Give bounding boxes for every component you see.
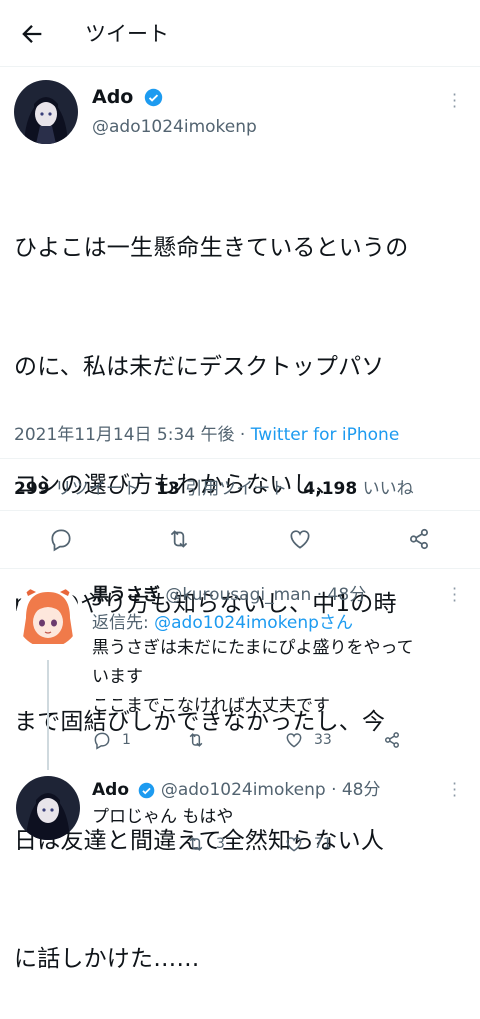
thread-connector xyxy=(47,660,49,770)
reply-time[interactable]: · 48分 xyxy=(317,585,366,605)
more-options-icon[interactable]: · · · xyxy=(452,581,457,609)
replying-to-link[interactable]: @ado1024imokenpさん xyxy=(154,613,353,633)
divider xyxy=(0,510,480,511)
page-title: ツイート xyxy=(85,22,169,46)
like-icon xyxy=(286,837,302,852)
retweet-count: 3 xyxy=(216,836,225,852)
avatar[interactable] xyxy=(14,80,78,144)
like-count: 71 xyxy=(314,836,332,852)
tweet-stats: 299 リツイート 13 引用ツイート 4,198 いいね xyxy=(14,474,414,499)
retweet-icon[interactable] xyxy=(166,526,192,552)
timestamp[interactable]: 2021年11月14日 5:34 午後 xyxy=(14,425,235,445)
share-icon[interactable] xyxy=(406,526,432,552)
quotes-stat[interactable]: 13 引用ツイート xyxy=(156,479,287,499)
tweet-line: に話しかけた…… xyxy=(14,946,200,972)
replying-to: 返信先: @ado1024imokenpさん xyxy=(92,613,353,633)
reply-icon xyxy=(94,732,110,750)
tweet-line: のに、私は未だにデスクトップパソ xyxy=(14,353,385,380)
share-button[interactable] xyxy=(382,730,402,750)
back-arrow-icon[interactable] xyxy=(18,20,46,48)
reply-button[interactable]: 1 xyxy=(92,730,131,750)
like-button[interactable]: 33 xyxy=(284,730,332,750)
likes-stat[interactable]: 4,198 いいね xyxy=(303,479,413,499)
divider xyxy=(0,458,480,459)
reply-text: プロじゃん もはや xyxy=(92,807,234,827)
like-icon[interactable] xyxy=(287,526,313,552)
avatar[interactable] xyxy=(16,584,80,648)
retweet-button[interactable]: 3 xyxy=(186,834,225,854)
tweet-line: ひよこは一生懸命生きているというの xyxy=(14,235,409,261)
retweets-stat[interactable]: 299 リツイート xyxy=(14,479,140,499)
verified-badge-icon xyxy=(144,88,163,107)
reply-count: 1 xyxy=(122,732,131,748)
more-options-icon[interactable]: · · · xyxy=(452,87,457,115)
reply-line: 黒うさぎは未だにたまにぴよ盛りをやって xyxy=(92,638,414,658)
retweet-icon xyxy=(189,733,203,747)
like-button[interactable]: 71 xyxy=(284,834,332,854)
reply-author-handle[interactable]: @ado1024imokenp xyxy=(161,780,326,800)
retweet-button[interactable] xyxy=(186,730,216,750)
like-icon xyxy=(286,733,302,748)
like-count: 33 xyxy=(314,732,332,748)
reply-time[interactable]: · 48分 xyxy=(331,780,380,800)
verified-badge-icon xyxy=(139,782,155,798)
reply-text: 黒うさぎは未だにたまにぴよ盛りをやって います ここまでこなければ大丈夫です xyxy=(92,634,414,721)
tweet-meta: 2021年11月14日 5:34 午後 · Twitter for iPhone xyxy=(14,425,400,445)
avatar[interactable] xyxy=(16,776,80,840)
reply-author-name[interactable]: Ado xyxy=(92,780,129,800)
reply-header: 黒うさぎ @kurousagi_man · 48分 xyxy=(92,580,366,605)
more-options-icon[interactable]: · · · xyxy=(452,776,457,804)
reply-author-handle[interactable]: @kurousagi_man xyxy=(165,585,311,605)
author-name[interactable]: Ado xyxy=(92,86,163,108)
share-icon xyxy=(385,732,399,748)
reply-icon[interactable] xyxy=(48,526,74,552)
retweet-icon xyxy=(189,837,203,851)
reply-author-name[interactable]: 黒うさぎ xyxy=(92,585,160,605)
reply-header: Ado @ado1024imokenp · 48分 xyxy=(92,775,381,800)
reply-line: ここまでこなければ大丈夫です xyxy=(92,696,330,716)
tweet-line: 日は友達と間違えて全然知らない人 xyxy=(14,827,385,854)
top-bar: ツイート xyxy=(0,0,480,67)
divider xyxy=(0,568,480,569)
tweet-source[interactable]: Twitter for iPhone xyxy=(251,425,400,445)
reply-line: います xyxy=(92,667,143,687)
author-handle[interactable]: @ado1024imokenp xyxy=(92,117,257,137)
